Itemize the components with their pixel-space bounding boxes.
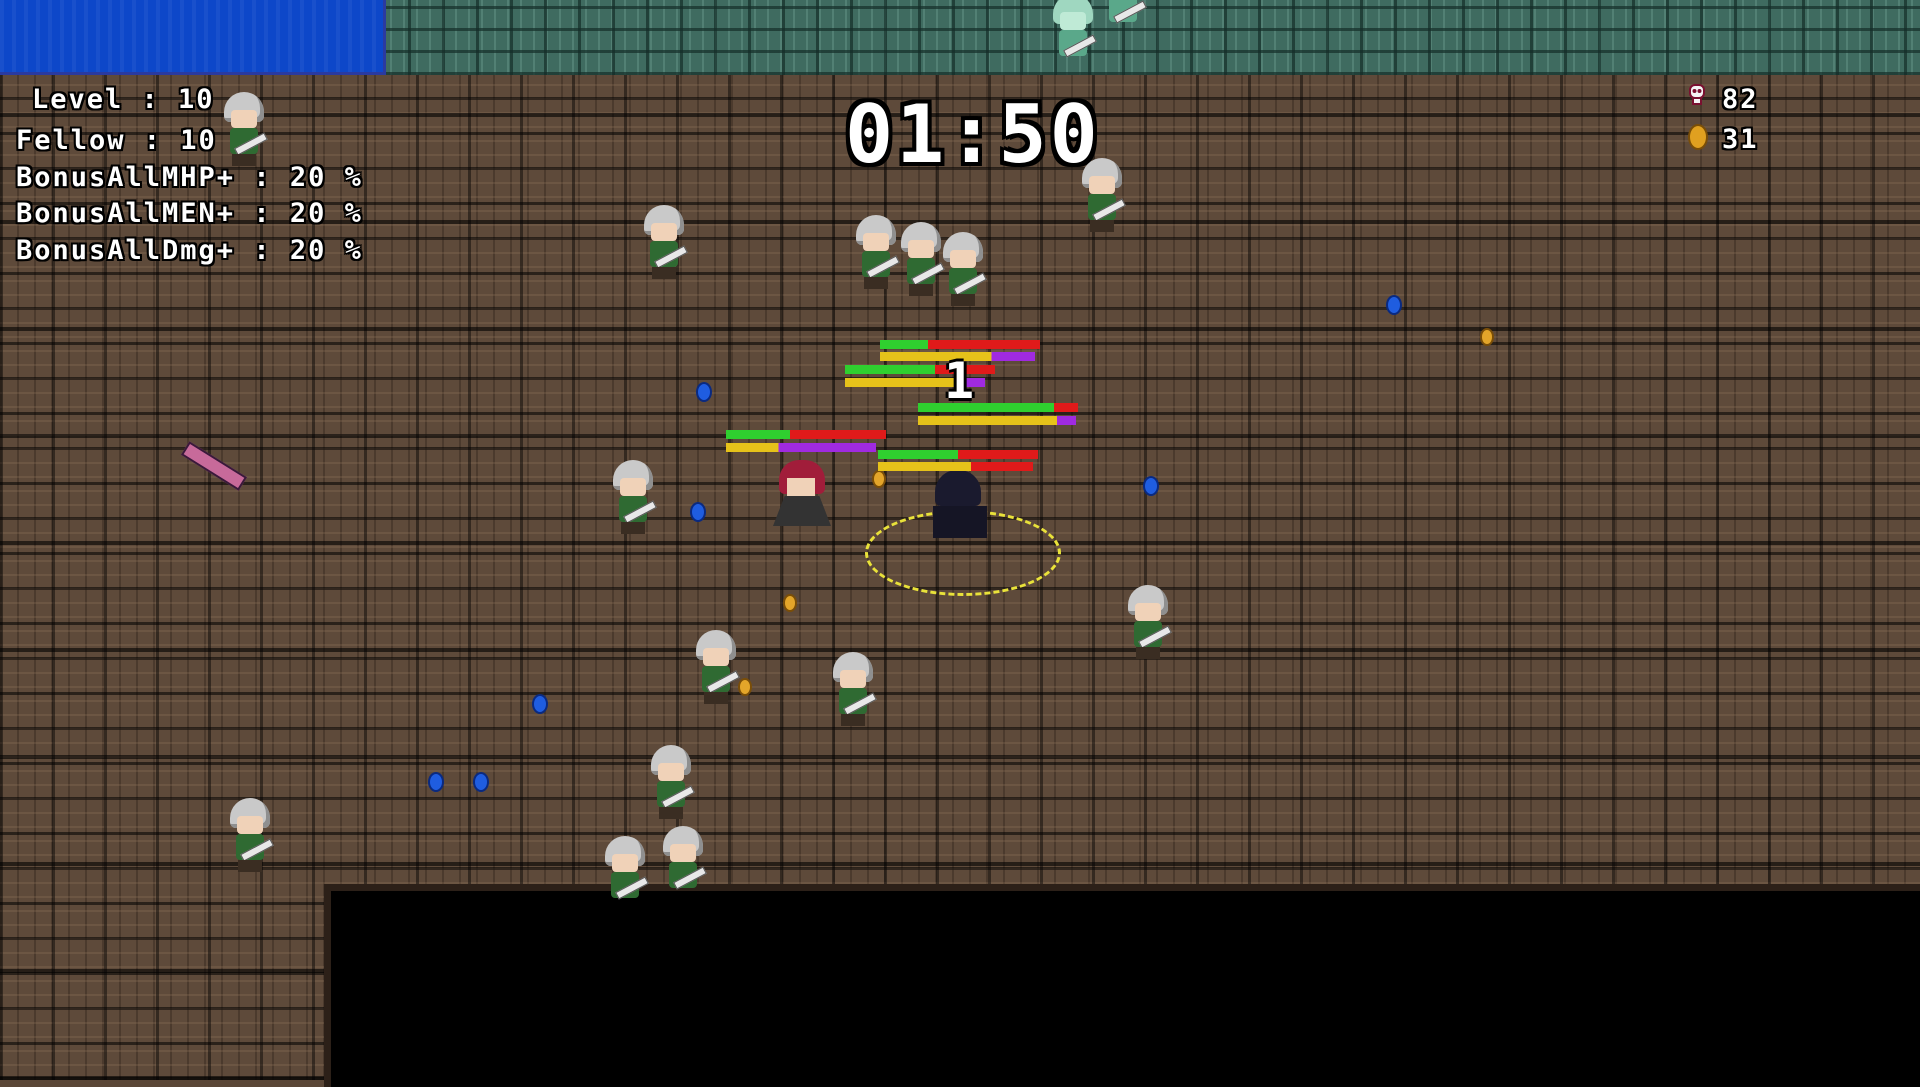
bonus-mhp-text: BonusAllMHP+ : 20 % [16,162,363,193]
exp-orb [1143,476,1159,496]
exp-orb [532,694,548,714]
mp-bar [878,462,1033,471]
gold-coin [738,678,752,696]
swordsman-enemy [222,798,278,876]
bonus-men-text: BonusAllMEN+ : 20 % [16,198,363,229]
exp-orb [1386,295,1402,315]
swordsman-enemy [825,652,881,730]
player-character [925,470,995,540]
hp-bar [918,403,1078,412]
ghost-enemy [1095,0,1151,38]
swordsman-enemy [605,460,661,538]
swordsman-enemy [688,630,744,708]
coin-count: 31 [1722,124,1759,155]
exp-orb [428,772,444,792]
dark-void-area [324,884,1920,1087]
swordsman-enemy [935,232,991,310]
swordsman-enemy [643,745,699,823]
swordsman-enemy [1120,585,1176,663]
kill-count: 82 [1722,84,1759,115]
mp-bar [918,416,1076,425]
bonus-dmg-text: BonusAllDmg+ : 20 % [16,235,363,266]
swordsman-enemy [597,836,653,914]
hp-bar [880,340,1040,349]
swordsman-enemy [636,205,692,283]
exp-orb [473,772,489,792]
level-text: Level : 10 [32,84,215,115]
skull-icon [1688,84,1706,106]
red-haired-ally [773,460,833,530]
gold-coin [1480,328,1494,346]
hp-bar [726,430,886,439]
swordsman-enemy [655,826,711,904]
coin-icon [1688,124,1708,150]
mp-bar [726,443,876,452]
swordsman-enemy [1074,158,1130,236]
gold-coin [872,470,886,488]
exp-orb [696,382,712,402]
swordsman-enemy [216,92,272,170]
water-pool [0,0,386,75]
ghost-enemy [1045,0,1101,72]
damage-popup: 1 [944,352,975,410]
gold-coin [783,594,797,612]
exp-orb [690,502,706,522]
fellow-text: Fellow : 10 [16,125,217,156]
survival-timer: 01:50 [845,88,1101,181]
hp-bar [878,450,1038,459]
